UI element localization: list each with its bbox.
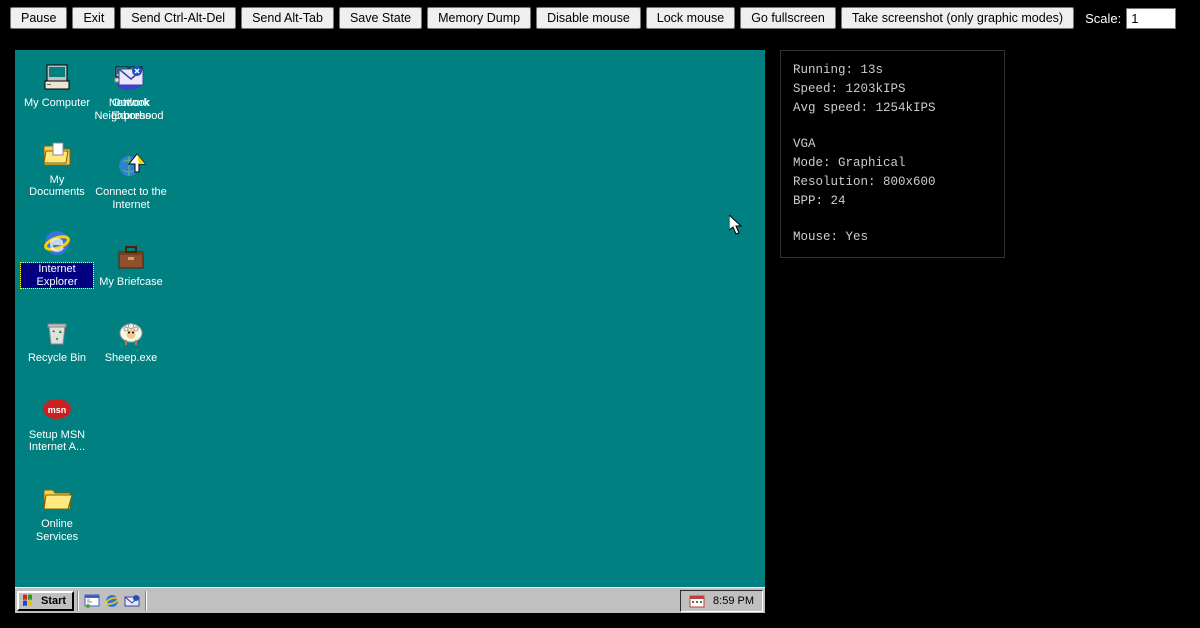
msn-icon: msn — [41, 393, 73, 425]
memory-dump-button[interactable]: Memory Dump — [427, 7, 531, 29]
icon-label: Online Services — [21, 518, 93, 543]
icon-label: Outlook Express — [95, 97, 167, 122]
icon-sheep-exe[interactable]: Sheep.exe — [95, 311, 167, 370]
scale-input[interactable] — [1126, 8, 1176, 29]
folder-documents-icon — [41, 138, 73, 170]
take-screenshot-button[interactable]: Take screenshot (only graphic modes) — [841, 7, 1074, 29]
stat-bpp: BPP: 24 — [793, 192, 992, 211]
stat-speed: Speed: 1203kIPS — [793, 80, 992, 99]
tray-time[interactable]: 8:59 PM — [713, 595, 754, 607]
stat-avg-speed: Avg speed: 1254kIPS — [793, 99, 992, 118]
icon-setup-msn[interactable]: msn Setup MSN Internet A... — [21, 388, 93, 459]
icon-online-services[interactable]: Online Services — [21, 477, 93, 548]
quick-launch-desktop-icon[interactable] — [84, 593, 100, 609]
desktop-container: My Computer My Documents Internet Explor — [15, 50, 765, 613]
taskbar-divider — [77, 591, 79, 611]
taskbar-divider — [145, 591, 147, 611]
desktop-area[interactable]: My Computer My Documents Internet Explor — [15, 50, 765, 587]
emulator-toolbar: Pause Exit Send Ctrl-Alt-Del Send Alt-Ta… — [0, 0, 1200, 36]
exit-button[interactable]: Exit — [72, 7, 115, 29]
save-state-button[interactable]: Save State — [339, 7, 422, 29]
icon-label: Recycle Bin — [28, 352, 86, 365]
sheep-icon — [115, 316, 147, 348]
stat-running: Running: 13s — [793, 61, 992, 80]
scale-label: Scale: — [1085, 11, 1121, 26]
icon-outlook-express[interactable]: Outlook Express — [95, 56, 167, 127]
icon-label: My Documents — [21, 174, 93, 199]
taskbar: Start — [15, 587, 765, 613]
system-tray: 8:59 PM — [680, 590, 763, 612]
stat-vga-header: VGA — [793, 135, 992, 154]
send-alt-tab-button[interactable]: Send Alt-Tab — [241, 7, 334, 29]
start-button[interactable]: Start — [17, 591, 74, 611]
stat-mouse: Mouse: Yes — [793, 228, 992, 247]
icon-label: Internet Explorer — [21, 263, 93, 288]
icon-recycle-bin[interactable]: Recycle Bin — [21, 311, 93, 370]
go-fullscreen-button[interactable]: Go fullscreen — [740, 7, 836, 29]
send-ctrl-alt-del-button[interactable]: Send Ctrl-Alt-Del — [120, 7, 236, 29]
stat-mode: Mode: Graphical — [793, 154, 992, 173]
tray-scheduler-icon[interactable] — [689, 593, 705, 609]
icon-label: Setup MSN Internet A... — [21, 429, 93, 454]
icon-my-computer[interactable]: My Computer — [21, 56, 93, 115]
svg-text:msn: msn — [48, 405, 67, 415]
icon-label: My Briefcase — [99, 276, 163, 289]
computer-icon — [41, 61, 73, 93]
recycle-bin-icon — [41, 316, 73, 348]
icon-label: My Computer — [24, 97, 90, 110]
icon-my-documents[interactable]: My Documents — [21, 133, 93, 204]
quick-launch-ie-icon[interactable] — [104, 593, 120, 609]
icon-connect-internet[interactable]: Connect to the Internet — [95, 145, 167, 216]
connect-internet-icon — [115, 150, 147, 182]
start-label: Start — [41, 595, 66, 607]
icon-my-briefcase[interactable]: My Briefcase — [95, 235, 167, 294]
ie-icon — [41, 227, 73, 259]
folder-icon — [41, 482, 73, 514]
disable-mouse-button[interactable]: Disable mouse — [536, 7, 641, 29]
stats-panel: Running: 13s Speed: 1203kIPS Avg speed: … — [780, 50, 1005, 258]
quick-launch-outlook-icon[interactable] — [124, 593, 140, 609]
lock-mouse-button[interactable]: Lock mouse — [646, 7, 735, 29]
icon-label: Sheep.exe — [105, 352, 158, 365]
windows-flag-icon — [22, 594, 38, 608]
briefcase-icon — [115, 240, 147, 272]
icon-internet-explorer[interactable]: Internet Explorer — [21, 222, 93, 293]
pause-button[interactable]: Pause — [10, 7, 67, 29]
outlook-icon — [115, 61, 147, 93]
icon-label: Connect to the Internet — [95, 186, 167, 211]
stat-resolution: Resolution: 800x600 — [793, 173, 992, 192]
